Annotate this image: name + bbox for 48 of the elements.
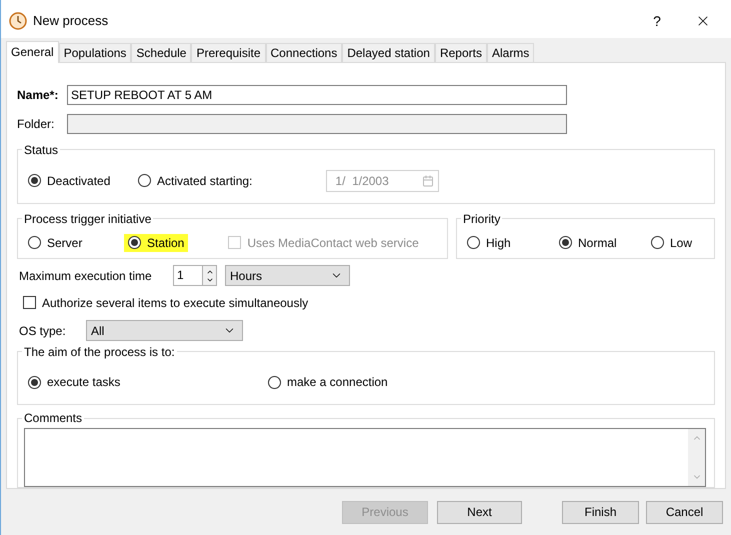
- tab[interactable]: General: [6, 40, 59, 63]
- name-field[interactable]: SETUP REBOOT AT 5 AM: [67, 84, 567, 105]
- radio-button[interactable]: Activated starting:: [134, 172, 256, 190]
- calendar-icon: [422, 174, 434, 187]
- tab[interactable]: Reports: [434, 42, 487, 62]
- radio-button[interactable]: Server: [24, 234, 124, 252]
- radio-indicator[interactable]: [559, 236, 572, 250]
- dialog-button[interactable]: Next: [437, 500, 522, 524]
- radio-button[interactable]: Deactivated: [24, 172, 134, 190]
- radio-button[interactable]: execute tasks: [24, 373, 264, 392]
- clock-icon: [9, 12, 27, 30]
- group-title: The aim of the process is to:: [23, 344, 176, 359]
- tab[interactable]: Prerequisite: [191, 42, 266, 62]
- radio-indicator[interactable]: [28, 236, 41, 250]
- comments-field[interactable]: [24, 428, 706, 488]
- radio-indicator[interactable]: [467, 236, 480, 250]
- tab[interactable]: Alarms: [486, 42, 534, 62]
- radio-indicator[interactable]: [28, 174, 41, 188]
- group-title: Comments: [23, 411, 84, 426]
- radio-button[interactable]: High: [463, 234, 555, 252]
- folder-label: Folder:: [17, 116, 56, 131]
- os-type-label: OS type:: [18, 324, 67, 338]
- help-button[interactable]: ?: [637, 12, 677, 29]
- os-type-dropdown[interactable]: All: [86, 320, 243, 342]
- name-label: Name*:: [17, 88, 60, 102]
- number-field[interactable]: 1: [173, 265, 217, 286]
- radio-indicator[interactable]: [128, 236, 141, 250]
- group-title: Process trigger initiative: [23, 212, 152, 226]
- radio-indicator[interactable]: [138, 174, 151, 188]
- radio-button[interactable]: make a connection: [264, 373, 392, 392]
- dialog-button[interactable]: Cancel: [646, 500, 723, 524]
- tab[interactable]: Schedule: [131, 42, 192, 62]
- tab[interactable]: Delayed station: [342, 42, 435, 62]
- tab[interactable]: Populations: [58, 42, 132, 62]
- window-title: New process: [33, 13, 110, 28]
- group-title: Status: [23, 142, 60, 157]
- checkbox[interactable]: Authorize several items to execute simultaneously: [23, 296, 308, 310]
- radio-button[interactable]: Normal: [555, 234, 647, 252]
- radio-button[interactable]: Low: [647, 234, 696, 252]
- radio-indicator[interactable]: [28, 376, 41, 389]
- tab[interactable]: Connections: [266, 42, 342, 62]
- unit-dropdown[interactable]: Hours: [225, 265, 350, 286]
- dialog-button[interactable]: Finish: [562, 500, 639, 524]
- radio-indicator[interactable]: [651, 236, 664, 250]
- max-time-label: Maximum execution time: [18, 268, 153, 283]
- radio-indicator[interactable]: [268, 376, 281, 389]
- group-title: Priority: [462, 212, 502, 226]
- radio-button[interactable]: Station: [124, 234, 188, 252]
